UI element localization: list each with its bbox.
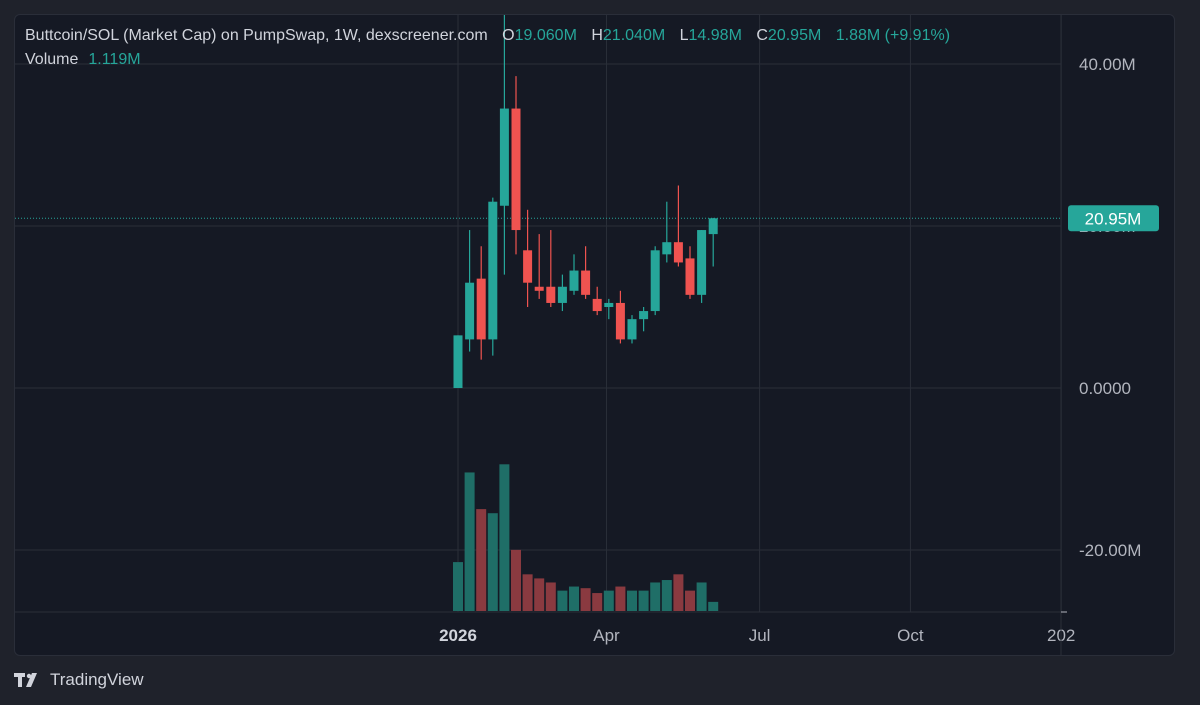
candle-body[interactable] [476,278,486,340]
volume-bar[interactable] [453,562,463,611]
candle-body[interactable] [581,270,591,295]
chart-legend-volume: Volume 1.119M [25,51,141,69]
candle-body[interactable] [673,242,683,263]
volume-bar[interactable] [627,590,637,611]
volume-bar[interactable] [650,582,661,611]
volume-bar[interactable] [487,513,498,611]
open-value: 19.060M [514,27,577,44]
x-axis-tick-label: Jul [749,626,771,645]
volume-bar[interactable] [580,588,591,611]
y-axis-tick-label: 0.0000 [1079,379,1131,398]
tradingview-logo-icon [14,673,37,687]
candle-body[interactable] [488,201,498,340]
last-price-label: 20.95M [1085,209,1142,228]
high-label: H [591,27,603,44]
volume-value: 1.119M [88,51,141,68]
candle-body[interactable] [592,298,602,312]
chart-panel[interactable]: 80.00M60.00M40.00M20.00M0.0000-20.00M-40… [14,14,1175,656]
low-value: 14.98M [688,27,742,44]
volume-bar[interactable] [511,549,521,611]
volume-bar[interactable] [545,582,556,611]
candle-body[interactable] [708,218,718,235]
volume-bar[interactable] [476,509,487,611]
volume-bar[interactable] [522,574,533,611]
y-axis-tick-label: 40.00M [1079,55,1136,74]
open-label: O [502,27,515,44]
candle-body[interactable] [604,302,614,307]
candlestick-chart[interactable]: 80.00M60.00M40.00M20.00M0.0000-20.00M-40… [15,15,1174,655]
candle-body[interactable] [650,250,660,312]
candle-body[interactable] [662,242,672,255]
x-axis-tick-label: Oct [897,626,924,645]
chart-legend-ohlc: Buttcoin/SOL (Market Cap) on PumpSwap, 1… [25,27,950,45]
volume-bar[interactable] [708,601,719,611]
volume-bar[interactable] [592,593,603,611]
candle-body[interactable] [534,286,544,291]
candle-body[interactable] [557,286,567,303]
close-value: 20.95M [767,27,822,44]
candle-body[interactable] [685,258,695,295]
volume-bar[interactable] [569,586,579,611]
candle-body[interactable] [465,282,475,340]
volume-bar[interactable] [603,590,614,611]
candle-body[interactable] [627,319,637,340]
x-axis-tick-label: Apr [593,626,620,645]
volume-bar[interactable] [685,590,695,611]
candle-body[interactable] [499,108,509,206]
x-axis-tick-label: 2026 [439,626,477,645]
tradingview-brand: TradingView [50,670,144,689]
candle-body[interactable] [569,270,579,291]
volume-bar[interactable] [557,590,568,611]
candle-body[interactable] [523,250,533,283]
change-value: 1.88M (+9.91%) [835,27,951,44]
candle-body[interactable] [453,335,463,388]
chart-title: Buttcoin/SOL (Market Cap) on PumpSwap, 1… [25,27,488,44]
candle-body[interactable] [511,108,521,231]
volume-bar[interactable] [534,578,545,611]
volume-bar[interactable] [696,582,707,611]
high-value: 21.040M [602,27,666,44]
footer-branding[interactable]: TradingView [14,670,144,690]
volume-bar[interactable] [638,590,649,611]
volume-bar[interactable] [615,586,626,611]
volume-label: Volume [25,51,79,68]
volume-bar[interactable] [464,472,475,611]
candle-body[interactable] [546,286,556,303]
candle-body[interactable] [639,311,649,320]
candle-body[interactable] [615,302,625,340]
candle-body[interactable] [697,230,707,295]
close-label: C [756,27,768,44]
volume-bar[interactable] [499,464,510,611]
y-axis-tick-label: -20.00M [1079,541,1141,560]
low-label: L [679,27,689,44]
volume-bar[interactable] [673,574,684,611]
volume-bar[interactable] [661,580,672,611]
